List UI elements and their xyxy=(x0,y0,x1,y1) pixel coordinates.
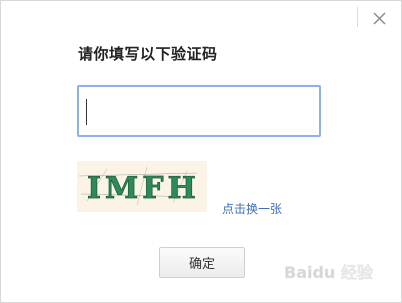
baidu-watermark: Baidu 经验 xyxy=(282,258,400,288)
toolbar-divider xyxy=(357,7,358,27)
captcha-image[interactable]: IMFH xyxy=(77,161,207,212)
confirm-button[interactable]: 确定 xyxy=(159,247,245,278)
close-button[interactable] xyxy=(369,8,391,30)
captcha-input[interactable] xyxy=(77,85,321,137)
close-icon xyxy=(373,12,386,25)
watermark-text: Baidu 经验 xyxy=(284,263,374,282)
refresh-captcha-link[interactable]: 点击换一张 xyxy=(222,200,282,217)
captcha-text: IMFH xyxy=(87,171,200,206)
text-caret xyxy=(86,99,87,125)
dialog-title: 请你填写以下验证码 xyxy=(78,45,218,63)
